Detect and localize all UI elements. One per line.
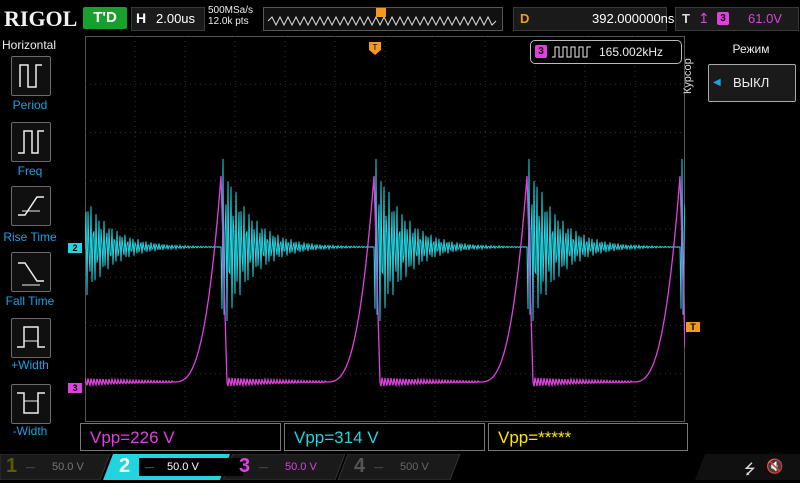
trigger-label: T [682,11,690,26]
trigger-level: 61.0V [748,11,782,26]
measure-category-title: Horizontal [2,38,57,52]
dc-coupling-icon: — [259,462,268,472]
delay-box[interactable]: D 392.000000ns [513,7,674,31]
brand-logo: RIGOL [4,6,78,31]
positive-width-label: +Width [11,358,49,372]
period-button[interactable] [11,56,51,96]
cursor-mode-select[interactable]: ◀ ВЫКЛ [708,64,796,102]
timebase-label: H [136,10,147,26]
channel-1-scale: 50.0 V [52,461,84,473]
graticule [85,36,685,422]
measurement-ch2-vpp[interactable]: Vpp=314 V [284,423,485,451]
negative-width-button[interactable] [11,384,51,424]
dc-coupling-icon: — [374,462,383,472]
counter-value: 165.002kHz [599,45,664,59]
frequency-icon [18,130,44,154]
channel-1-number: 1 [6,455,18,477]
timebase-box[interactable]: H 2.00us [131,7,205,31]
period-icon [19,64,42,88]
sampling-info: 500MSa/s 12.0k pts [208,5,253,27]
channel-2-number: 2 [119,455,131,477]
rise-time-label: Rise Time [3,230,57,244]
trigger-source-badge: 3 [717,12,729,25]
top-status-bar: RIGOL T'D H 2.00us 500MSa/s 12.0k pts D … [0,0,800,36]
trigger-time-marker[interactable]: T [369,42,381,55]
freq-label: Freq [17,164,43,178]
channel-4-tab[interactable]: 4 — 500 V [348,454,460,480]
delay-value: 392.000000ns [592,11,675,26]
memory-waveform-preview [267,8,497,27]
measurement-ch1-vpp[interactable]: Vpp=***** [488,423,688,451]
channel-1-tab[interactable]: 1 — 50.0 V [0,454,110,480]
channel-3-scale: 50.0 V [285,461,317,473]
fall-time-button[interactable] [11,252,51,292]
fall-time-icon [18,262,44,286]
measure-menu-panel: Horizontal Period Freq Rise Time Fall Ti… [0,36,60,448]
channel-2-waveform [85,158,685,322]
arrow-left-icon: ◀ [713,77,721,88]
positive-width-icon [17,326,45,348]
cursor-mode-value: ВЫКЛ [733,75,770,90]
run-state-badge[interactable]: T'D [83,7,127,29]
measurement-ch3-vpp[interactable]: Vpp=226 V [80,423,281,451]
period-label: Period [12,98,48,112]
memory-depth: 12.0k pts [208,16,249,27]
dc-coupling-icon: — [145,462,154,472]
trigger-position-marker [376,8,386,17]
sample-rate: 500MSa/s [208,5,254,16]
pulse-train-icon [552,46,591,58]
channel-status-bar: 1 — 50.0 V 2 — 50.0 V 3 — 50.0 V 4 — 500… [0,454,800,480]
memory-overview-strip[interactable] [263,7,503,31]
channel-2-offset-marker[interactable]: 2 [68,243,82,253]
rise-time-icon [18,196,44,216]
rise-time-button[interactable] [11,186,51,226]
trigger-box[interactable]: T ↥ 3 61.0V [675,7,799,31]
usb-icon: ⭍ [744,461,756,477]
channel-2-tab[interactable]: 2 — 50.0 V [113,454,243,480]
frequency-counter[interactable]: 3 165.002kHz [530,40,682,64]
timebase-value: 2.00us [156,11,196,26]
waveform-display[interactable]: T [85,36,685,422]
rising-edge-icon: ↥ [698,10,710,26]
channel-3-offset-marker[interactable]: 3 [68,383,82,393]
dc-coupling-icon: — [26,462,35,472]
fall-time-label: Fall Time [5,294,55,308]
negative-width-icon [17,392,45,414]
counter-channel-badge: 3 [535,45,547,58]
channel-3-tab[interactable]: 3 — 50.0 V [233,454,345,480]
speaker-muted-icon[interactable]: 🔇 [766,458,783,475]
positive-width-button[interactable] [11,318,51,358]
delay-label: D [520,11,530,26]
trigger-time-marker-label: T [373,43,378,52]
cursor-menu-title: Курсор [682,58,694,94]
freq-button[interactable] [11,122,51,162]
cursor-mode-label: Режим [732,42,770,56]
channel-3-number: 3 [239,455,251,477]
negative-width-label: -Width [12,424,48,438]
channel-4-number: 4 [354,455,366,477]
cursor-menu-panel: Курсор Режим ◀ ВЫКЛ [682,36,800,448]
channel-2-scale: 50.0 V [167,461,199,473]
channel-4-scale: 500 V [400,461,429,473]
